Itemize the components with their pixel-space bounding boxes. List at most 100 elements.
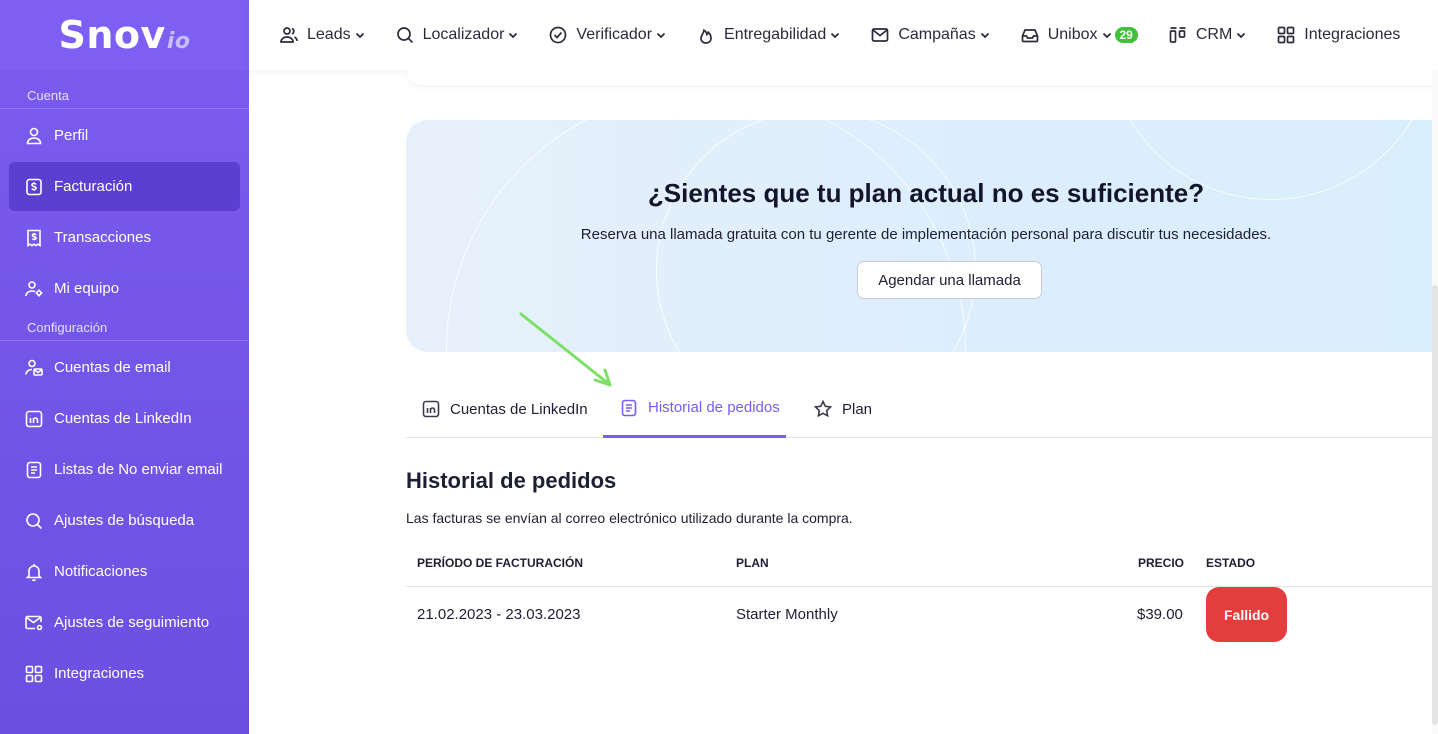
billing-tabs: Cuentas de LinkedIn Historial de pedidos… <box>406 380 1438 438</box>
tab-cuentas-linkedin[interactable]: Cuentas de LinkedIn <box>421 380 588 438</box>
nav-label: Verificador <box>576 26 653 43</box>
nav-integraciones[interactable]: Integraciones <box>1276 25 1400 45</box>
receipt-icon <box>24 228 44 248</box>
nav-campanas[interactable]: Campañas <box>870 25 989 45</box>
sidebar-item-label: Perfil <box>54 127 89 144</box>
inbox-icon <box>1021 29 1039 43</box>
nav-crm[interactable]: CRM <box>1168 25 1246 45</box>
leads-icon <box>280 27 298 43</box>
cell-period: 21.02.2023 - 23.03.2023 <box>417 606 581 623</box>
chevron-down-icon <box>1237 32 1246 39</box>
chevron-down-icon <box>509 32 518 39</box>
chevron-down-icon <box>831 32 840 39</box>
sidebar-item-mi-equipo[interactable]: Mi equipo <box>9 264 240 313</box>
linkedin-icon <box>422 400 440 418</box>
nav-entregabilidad[interactable]: Entregabilidad <box>696 25 840 45</box>
tab-plan[interactable]: Plan <box>813 380 872 438</box>
orders-title: Historial de pedidos <box>406 468 617 493</box>
sidebar-item-integraciones[interactable]: Integraciones <box>9 649 240 698</box>
user-icon <box>24 126 44 146</box>
list-doc-icon <box>24 460 44 480</box>
section-config-label: Configuración <box>0 315 249 341</box>
schedule-call-button[interactable]: Agendar una llamada <box>857 261 1042 299</box>
scrollbar[interactable] <box>1432 70 1438 734</box>
nav-label: Entregabilidad <box>724 26 827 43</box>
col-header-period: PERÍODO DE FACTURACIÓN <box>417 556 584 570</box>
nav-leads[interactable]: Leads <box>279 25 365 45</box>
logo[interactable]: Snovio <box>0 0 249 70</box>
sidebar-item-listas-no-enviar[interactable]: Listas de No enviar email <box>9 445 240 494</box>
scrollbar-thumb[interactable] <box>1432 285 1438 725</box>
chevron-down-icon <box>980 32 989 39</box>
sidebar-item-cuentas-email[interactable]: Cuentas de email <box>9 343 240 392</box>
sidebar-item-label: Cuentas de email <box>54 359 171 376</box>
sidebar-item-label: Mi equipo <box>54 280 120 297</box>
user-mail-icon <box>24 358 44 378</box>
nav-label: Campañas <box>898 26 976 43</box>
sidebar-item-notificaciones[interactable]: Notificaciones <box>9 547 240 596</box>
chevron-down-icon <box>355 32 364 39</box>
nav-label: Localizador <box>422 26 505 43</box>
nav-label: Integraciones <box>1304 26 1401 43</box>
col-header-price: PRECIO <box>1138 556 1185 570</box>
bell-icon <box>24 562 44 582</box>
sidebar-item-label: Listas de No enviar email <box>54 461 223 478</box>
sidebar-item-ajustes-seguimiento[interactable]: Ajustes de seguimiento <box>9 598 240 647</box>
mail-settings-icon <box>24 613 44 633</box>
status-badge: Fallido <box>1206 587 1288 642</box>
orders-table: PERÍODO DE FACTURACIÓN PLAN PRECIO ESTAD… <box>406 540 1438 642</box>
sidebar-item-label: Cuentas de LinkedIn <box>54 410 192 427</box>
chevron-down-icon <box>656 32 666 39</box>
main-content: ¿Sientes que tu plan actual no es sufici… <box>249 70 1438 734</box>
grid-icon <box>24 664 44 684</box>
sidebar-item-ajustes-busqueda[interactable]: Ajustes de búsqueda <box>9 496 240 545</box>
previous-card-edge <box>407 70 1438 85</box>
team-icon <box>24 279 44 299</box>
document-icon <box>621 399 637 416</box>
sidebar-item-label: Notificaciones <box>54 563 148 580</box>
sidebar-item-label: Facturación <box>54 178 133 195</box>
table-header: PERÍODO DE FACTURACIÓN PLAN PRECIO ESTAD… <box>406 540 1438 587</box>
nav-unibox[interactable]: Unibox 29 <box>1020 25 1138 45</box>
sidebar-item-cuentas-linkedin[interactable]: Cuentas de LinkedIn <box>9 394 240 443</box>
nav-label: Unibox <box>1047 26 1098 43</box>
grid-icon <box>1277 26 1295 44</box>
nav-verificador[interactable]: Verificador <box>548 25 666 45</box>
tab-historial-pedidos[interactable]: Historial de pedidos <box>603 380 786 438</box>
tab-label: Cuentas de LinkedIn <box>450 400 588 418</box>
cell-price: $39.00 <box>1137 606 1183 623</box>
search-icon <box>24 511 44 531</box>
sidebar-item-label: Ajustes de seguimiento <box>54 614 210 631</box>
banner-subtitle: Reserva una llamada gratuita con tu gere… <box>580 226 1272 243</box>
star-icon <box>813 399 833 418</box>
table-row: 21.02.2023 - 23.03.2023 Starter Monthly … <box>406 587 1438 642</box>
nav-localizador[interactable]: Localizador <box>395 25 519 45</box>
orders-subtitle: Las facturas se envían al correo electró… <box>406 510 853 526</box>
crm-icon <box>1169 27 1186 43</box>
check-circle-icon <box>550 26 567 44</box>
tab-label: Historial de pedidos <box>648 399 780 416</box>
mail-icon <box>871 28 889 42</box>
sidebar: Snovio Cuenta Perfil Facturación Transac… <box>0 0 249 734</box>
cell-status: Fallido <box>1206 587 1288 642</box>
search-icon <box>396 27 413 44</box>
cell-plan: Starter Monthly <box>736 606 838 623</box>
sidebar-item-facturacion[interactable]: Facturación <box>9 162 240 211</box>
unibox-count-badge: 29 <box>1114 27 1138 43</box>
nav-label: Leads <box>307 26 351 43</box>
sidebar-item-label: Transacciones <box>54 229 151 246</box>
sidebar-item-transacciones[interactable]: Transacciones <box>9 213 240 262</box>
sidebar-item-perfil[interactable]: Perfil <box>9 111 240 160</box>
sidebar-item-label: Ajustes de búsqueda <box>54 512 195 529</box>
nav-label: CRM <box>1195 26 1233 43</box>
top-nav: Leads Localizador Verificador Entregabil… <box>249 0 1438 70</box>
dollar-card-icon <box>24 177 44 197</box>
banner-title: ¿Sientes que tu plan actual no es sufici… <box>647 178 1205 208</box>
chevron-down-icon <box>1102 32 1111 39</box>
flame-icon <box>700 28 712 44</box>
tab-label: Plan <box>842 400 873 418</box>
logo-suffix: io <box>166 29 191 54</box>
linkedin-icon <box>24 409 44 429</box>
section-account-label: Cuenta <box>0 83 249 109</box>
sidebar-item-label: Integraciones <box>54 665 145 682</box>
